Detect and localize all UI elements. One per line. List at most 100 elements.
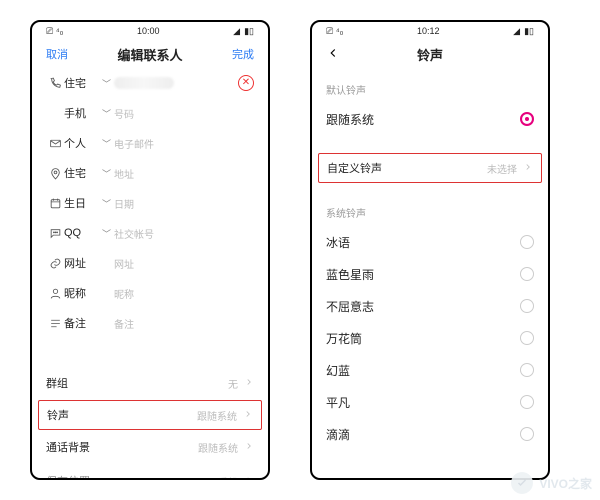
signal-icon: ◢ [513,26,520,37]
status-card: ⎚ ⁴₀ [46,26,63,37]
field-label: 生日 [64,195,102,211]
ringtone-option[interactable]: 蓝色星雨 [312,258,548,290]
setting-label: 自定义铃声 [327,160,382,176]
nav-bar: 取消 编辑联系人 完成 [32,40,268,68]
field-input[interactable]: 备注 [114,316,254,331]
ringtone-option[interactable]: 冰语 [312,226,548,258]
setting-storage[interactable]: 保存位置 手机 [32,464,268,478]
ringtone-option[interactable]: 幻蓝 [312,354,548,386]
chevron-down-icon[interactable]: ﹀ [102,197,114,210]
chevron-down-icon[interactable]: ﹀ [102,77,114,90]
status-time: 10:12 [417,26,440,36]
signal-icon: ◢ [233,26,240,37]
ringtone-label: 冰语 [326,234,350,251]
chevron-down-icon[interactable]: ﹀ [102,137,114,150]
done-button[interactable]: 完成 [232,46,254,62]
field-row-notes[interactable]: 备注 备注 [32,308,268,338]
setting-value: 跟随系统 [197,408,237,423]
chevron-right-icon [244,377,254,390]
chevron-right-icon [523,162,533,175]
radio-unselected[interactable] [520,235,534,249]
chevron-down-icon[interactable]: ﹀ [102,227,114,240]
ringtone-list: 默认铃声 跟随系统 自定义铃声 未选择 系统铃声 冰语 蓝色星雨 [312,68,548,478]
nav-bar: 铃声 [312,40,548,68]
setting-group[interactable]: 群组 无 [32,366,268,400]
ringtone-label: 万花筒 [326,330,362,347]
field-label: QQ [64,227,102,239]
field-input[interactable]: 昵称 [114,286,254,301]
section-system: 系统铃声 [312,183,548,226]
field-input[interactable]: 网址 [114,256,254,271]
field-input[interactable]: 电子邮件 [114,136,254,151]
setting-label: 通话背景 [46,439,90,455]
field-row-home-phone[interactable]: 住宅 ﹀ ✕ [32,68,268,98]
field-input[interactable]: 社交帐号 [114,226,254,241]
radio-unselected[interactable] [520,299,534,313]
field-row-qq[interactable]: QQ ﹀ 社交帐号 [32,218,268,248]
setting-call-background[interactable]: 通话背景 跟随系统 [32,430,268,464]
radio-unselected[interactable] [520,267,534,281]
setting-custom-ringtone[interactable]: 自定义铃声 未选择 [318,153,542,183]
setting-label: 铃声 [47,407,69,423]
watermark: VIVO之家 [511,472,592,494]
setting-ringtone[interactable]: 铃声 跟随系统 [38,400,262,430]
status-bar: ⎚ ⁴₀ 10:00 ◢ ▮▯ [32,22,268,40]
edit-contact-form: 住宅 ﹀ ✕ 手机 ﹀ 号码 个人 ﹀ 电子邮件 [32,68,268,478]
radio-unselected[interactable] [520,363,534,377]
ringtone-label: 跟随系统 [326,111,374,128]
chevron-down-icon[interactable]: ﹀ [102,167,114,180]
chevron-right-icon [244,475,254,479]
field-row-birthday[interactable]: 生日 ﹀ 日期 [32,188,268,218]
field-row-email[interactable]: 个人 ﹀ 电子邮件 [32,128,268,158]
ringtone-option[interactable]: 不屈意志 [312,290,548,322]
battery-icon: ▮▯ [244,26,254,37]
setting-value: 无 [228,376,238,391]
field-row-address[interactable]: 住宅 ﹀ 地址 [32,158,268,188]
page-title: 编辑联系人 [117,45,182,64]
cancel-button[interactable]: 取消 [46,46,68,62]
check-icon [511,472,533,494]
link-icon [46,257,64,270]
field-value[interactable] [114,77,238,89]
field-label: 住宅 [64,165,102,181]
phone-icon [46,77,64,90]
mail-icon [46,137,64,150]
chevron-right-icon [244,441,254,454]
radio-unselected[interactable] [520,395,534,409]
ringtone-option[interactable]: 滴滴 [312,418,548,450]
chevron-right-icon [243,409,253,422]
field-label: 备注 [64,315,102,331]
radio-unselected[interactable] [520,427,534,441]
field-label: 手机 [64,105,102,121]
field-row-url[interactable]: 网址 网址 [32,248,268,278]
field-input[interactable]: 地址 [114,166,254,181]
setting-value: 手机 [218,474,238,479]
ringtone-label: 平凡 [326,394,350,411]
radio-unselected[interactable] [520,331,534,345]
ringtone-option[interactable]: 万花筒 [312,322,548,354]
status-bar: ⎚ ⁴₀ 10:12 ◢ ▮▯ [312,22,548,40]
calendar-icon [46,197,64,210]
setting-value: 未选择 [487,161,517,176]
field-label: 昵称 [64,285,102,301]
field-input[interactable]: 日期 [114,196,254,211]
page-title: 铃声 [417,45,443,64]
setting-value: 跟随系统 [198,440,238,455]
setting-label: 保存位置 [46,473,90,478]
battery-icon: ▮▯ [524,26,534,37]
clear-button[interactable]: ✕ [238,75,254,91]
phone-edit-contact: ⎚ ⁴₀ 10:00 ◢ ▮▯ 取消 编辑联系人 完成 住宅 ﹀ ✕ [30,20,270,480]
ringtone-option[interactable]: 平凡 [312,386,548,418]
field-row-mobile[interactable]: 手机 ﹀ 号码 [32,98,268,128]
watermark-text: VIVO之家 [539,475,592,492]
field-input[interactable]: 号码 [114,106,254,121]
field-row-nickname[interactable]: 昵称 昵称 [32,278,268,308]
ringtone-label: 蓝色星雨 [326,266,374,283]
back-button[interactable] [326,46,340,63]
user-icon [46,287,64,300]
radio-selected[interactable] [520,112,534,126]
chevron-down-icon[interactable]: ﹀ [102,107,114,120]
chat-icon [46,227,64,240]
ringtone-label: 幻蓝 [326,362,350,379]
ringtone-follow-system[interactable]: 跟随系统 [312,103,548,135]
